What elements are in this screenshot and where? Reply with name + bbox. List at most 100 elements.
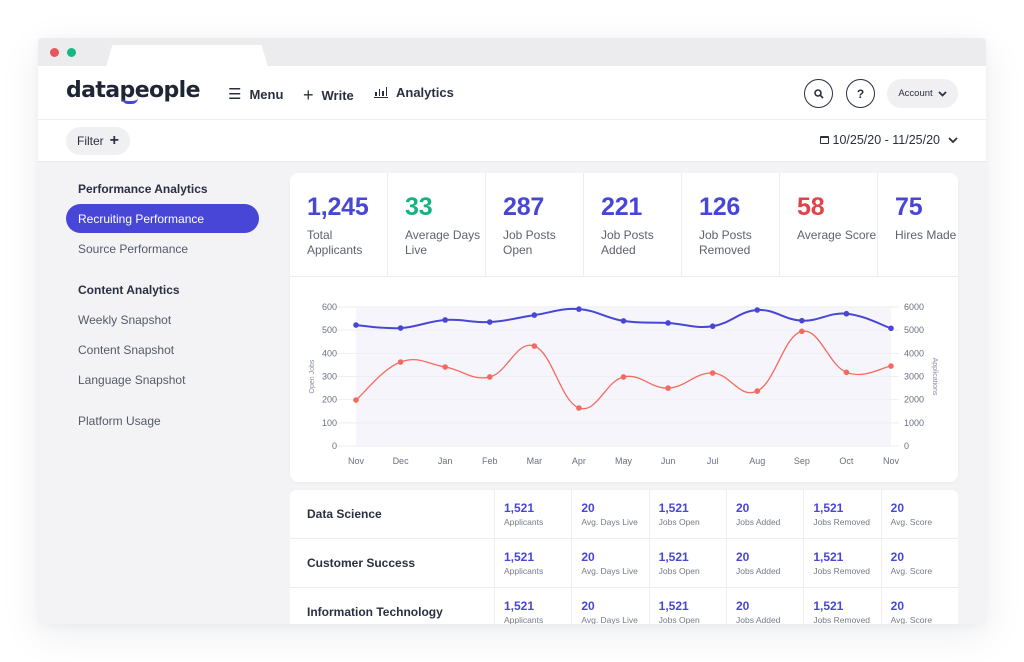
table-cell: 1,521 Applicants bbox=[495, 490, 573, 538]
cell-value: 20 bbox=[890, 599, 904, 613]
x-tick-label: Nov bbox=[883, 456, 900, 466]
table-cell: 20 Jobs Added bbox=[727, 588, 805, 624]
sidebar-item-recruiting-performance[interactable]: Recruiting Performance bbox=[66, 204, 259, 233]
close-window-button[interactable] bbox=[50, 48, 59, 57]
cell-value: 1,521 bbox=[504, 550, 535, 564]
data-point-open-jobs bbox=[486, 319, 493, 325]
y2-tick-label: 6000 bbox=[904, 302, 924, 312]
search-button[interactable] bbox=[804, 79, 833, 108]
cell-label: Avg. Days Live bbox=[581, 566, 638, 576]
data-point-applications bbox=[531, 343, 538, 349]
row-name: Customer Success bbox=[290, 539, 495, 587]
x-tick-label: May bbox=[615, 456, 633, 466]
data-point-applications bbox=[576, 405, 582, 411]
sidebar-item-source-performance[interactable]: Source Performance bbox=[78, 242, 188, 256]
kpi-average-days-live[interactable]: 33 Average Days Live bbox=[388, 173, 486, 276]
sidebar-heading-performance: Performance Analytics bbox=[78, 182, 208, 196]
kpi-row: 1,245 Total Applicants 33 Average Days L… bbox=[290, 173, 958, 277]
date-range-picker[interactable]: 10/25/20 - 11/25/20 bbox=[819, 133, 959, 147]
cell-value: 20 bbox=[890, 550, 904, 564]
kpi-job-posts-added[interactable]: 221 Job Posts Added bbox=[584, 173, 682, 276]
nav-write[interactable]: + Write bbox=[303, 85, 354, 106]
cell-value: 20 bbox=[581, 599, 595, 613]
x-tick-label: Apr bbox=[572, 456, 586, 466]
sidebar-item-weekly-snapshot[interactable]: Weekly Snapshot bbox=[78, 313, 171, 327]
data-point-open-jobs bbox=[709, 323, 716, 330]
logo-smile-mark bbox=[122, 98, 138, 104]
kpi-job-posts-removed[interactable]: 126 Job Posts Removed bbox=[682, 173, 780, 276]
help-icon: ? bbox=[856, 86, 865, 101]
search-icon bbox=[813, 88, 824, 99]
cell-value: 20 bbox=[735, 599, 750, 613]
kpi-total-applicants[interactable]: 1,245 Total Applicants bbox=[290, 173, 388, 276]
help-button[interactable]: ? bbox=[846, 79, 875, 108]
table-cell: 20 Avg. Days Live bbox=[572, 588, 650, 624]
table-cell: 1,521 Jobs Removed bbox=[804, 588, 882, 624]
cell-value: 1,521 bbox=[813, 501, 844, 515]
nav-menu[interactable]: ☰ Menu bbox=[228, 85, 283, 103]
cell-label: Jobs Added bbox=[735, 517, 781, 527]
kpi-value: 33 bbox=[405, 193, 433, 221]
cell-label: Applicants bbox=[504, 566, 544, 576]
x-tick-label: Jun bbox=[661, 456, 676, 466]
kpi-value: 287 bbox=[503, 193, 545, 221]
kpi-value: 221 bbox=[601, 193, 643, 221]
cell-label: Applicants bbox=[504, 517, 544, 527]
kpi-label: Average Days Live bbox=[405, 228, 481, 257]
kpi-value: 75 bbox=[895, 193, 923, 221]
sidebar-item-content-snapshot[interactable]: Content Snapshot bbox=[78, 343, 174, 357]
table-row[interactable]: Data Science 1,521 Applicants 20 Avg. Days… bbox=[290, 490, 958, 539]
cell-label: Jobs Removed bbox=[813, 566, 871, 576]
cell-value: 1,521 bbox=[658, 599, 689, 613]
kpi-hires-made[interactable]: 75 Hires Made bbox=[878, 173, 975, 276]
kpi-average-score[interactable]: 58 Average Score bbox=[780, 173, 878, 276]
account-label: Account bbox=[898, 88, 933, 99]
kpi-label: Job Posts Removed bbox=[699, 228, 752, 257]
cell-label: Avg. Score bbox=[890, 615, 933, 624]
kpi-label: Total Applicants bbox=[307, 228, 363, 257]
table-row[interactable]: Information Technology 1,521 Applicants 2… bbox=[290, 588, 958, 624]
maximize-window-button[interactable] bbox=[67, 48, 76, 57]
y2-tick-label: 4000 bbox=[904, 348, 924, 358]
x-tick-label: Mar bbox=[527, 456, 543, 466]
calendar-icon bbox=[819, 136, 829, 144]
filter-button[interactable]: Filter + bbox=[66, 127, 130, 155]
data-point-applications bbox=[397, 359, 404, 365]
sidebar-item-language-snapshot[interactable]: Language Snapshot bbox=[78, 373, 185, 387]
cell-label: Jobs Added bbox=[735, 566, 781, 576]
table-cell: 1,521 Jobs Removed bbox=[804, 539, 882, 587]
x-tick-label: Oct bbox=[839, 456, 854, 466]
title-bar bbox=[38, 38, 986, 67]
sidebar-heading-content: Content Analytics bbox=[78, 283, 180, 297]
row-name: Information Technology bbox=[290, 588, 495, 624]
cell-value: 1,521 bbox=[504, 599, 535, 613]
sidebar-item-platform-usage[interactable]: Platform Usage bbox=[78, 414, 161, 428]
table-cell: 1,521 Jobs Open bbox=[650, 539, 727, 587]
kpi-job-posts-open[interactable]: 287 Job Posts Open bbox=[486, 173, 584, 276]
cell-label: Avg. Score bbox=[890, 566, 933, 576]
cell-value: 1,521 bbox=[504, 501, 535, 515]
chevron-down-icon bbox=[938, 90, 947, 97]
table-cell: 20 Jobs Added bbox=[727, 490, 805, 538]
x-tick-label: Sep bbox=[794, 456, 810, 466]
data-point-open-jobs bbox=[620, 318, 627, 324]
x-tick-label: Feb bbox=[482, 456, 498, 466]
cell-value: 1,521 bbox=[658, 501, 689, 515]
chevron-down-icon bbox=[948, 137, 958, 143]
cell-label: Jobs Open bbox=[658, 615, 700, 624]
y-tick-label: 600 bbox=[322, 302, 337, 312]
table-row[interactable]: Customer Success 1,521 Applicants 20 Avg. … bbox=[290, 539, 958, 588]
table-cell: 1,521 Applicants bbox=[495, 588, 573, 624]
table-cell: 20 Avg. Score bbox=[882, 490, 958, 538]
y-tick-label: 200 bbox=[322, 395, 337, 405]
nav-analytics[interactable]: Analytics bbox=[374, 85, 454, 100]
x-tick-label: Aug bbox=[749, 456, 765, 466]
browser-tab[interactable] bbox=[106, 45, 268, 67]
account-button[interactable]: Account bbox=[887, 79, 958, 108]
hamburger-icon: ☰ bbox=[228, 86, 242, 103]
y2-tick-label: 3000 bbox=[904, 372, 924, 382]
kpi-label: Hires Made bbox=[895, 228, 957, 242]
data-point-open-jobs bbox=[888, 325, 894, 332]
kpi-label: Job Posts Open bbox=[503, 228, 556, 257]
data-point-applications bbox=[709, 370, 716, 376]
